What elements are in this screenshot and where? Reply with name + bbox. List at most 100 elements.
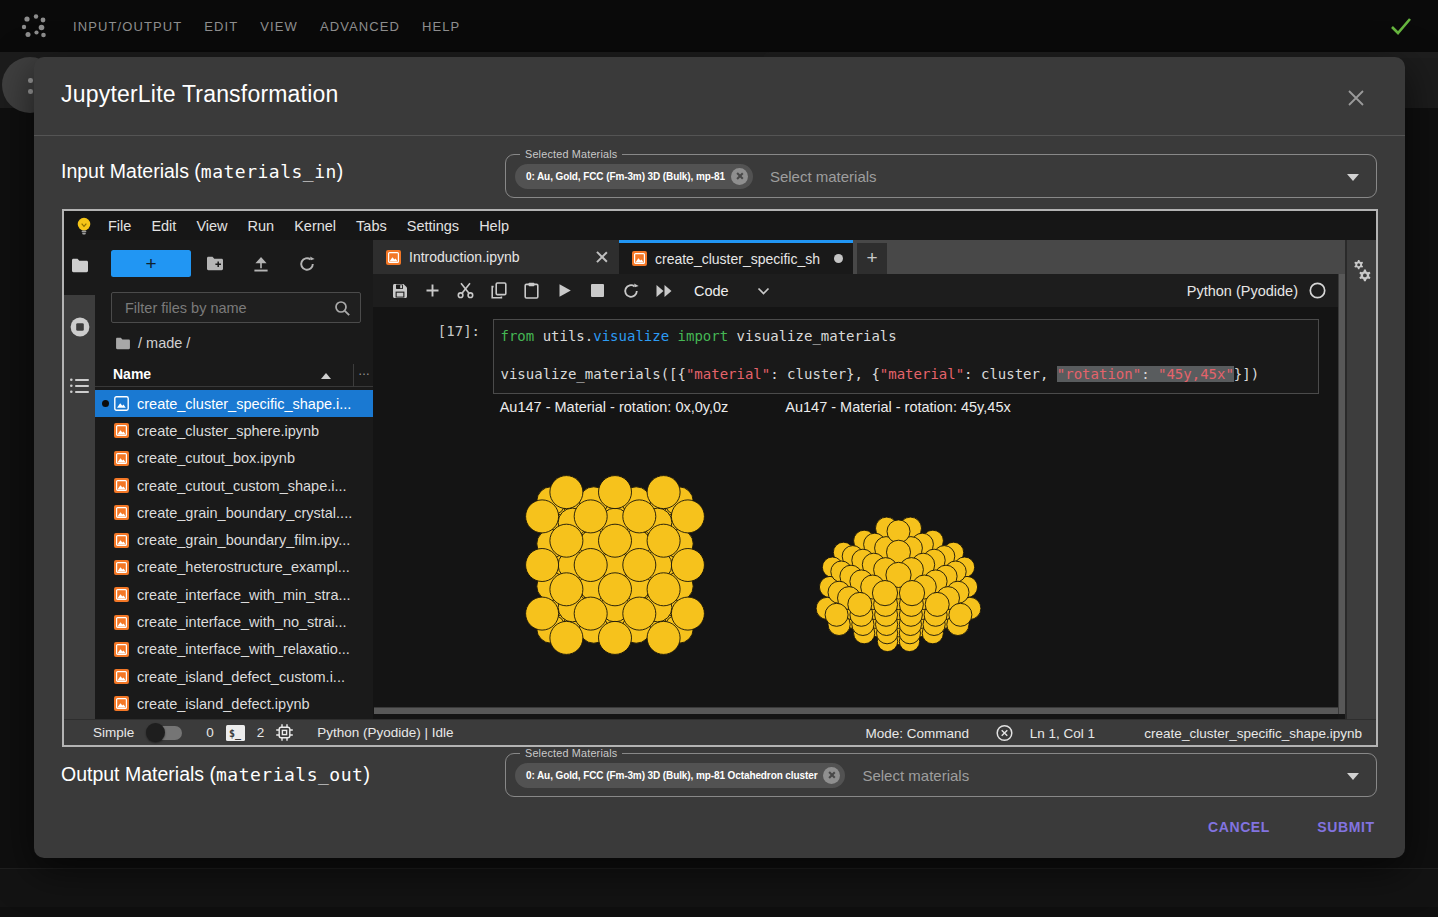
file-row[interactable]: create_interface_with_relaxatio... — [95, 636, 373, 663]
new-folder-icon[interactable] — [204, 256, 226, 274]
file-row[interactable]: create_grain_boundary_crystal.... — [95, 499, 373, 526]
property-inspector-gears-icon[interactable] — [1352, 260, 1372, 282]
jupyterlab-widget: File Edit View Run Kernel Tabs Settings … — [62, 209, 1378, 747]
breadcrumb[interactable]: / made / — [115, 333, 190, 353]
submit-button[interactable]: SUBMIT — [1298, 809, 1394, 845]
kernel-status-text[interactable]: Python (Pyodide) | Idle — [317, 725, 453, 740]
chip-remove-icon[interactable] — [823, 767, 840, 784]
add-tab-button[interactable]: + — [857, 243, 887, 274]
stop-kernel-icon[interactable] — [581, 274, 614, 307]
jl-menu-settings[interactable]: Settings — [397, 218, 469, 234]
cursor-position[interactable]: Ln 1, Col 1 — [1030, 725, 1095, 740]
modified-column-header[interactable]: … — [358, 364, 371, 378]
notebook-area[interactable]: [17]: from utils.visualize import visual… — [373, 307, 1338, 719]
paste-cells-icon[interactable] — [515, 274, 548, 307]
file-row[interactable]: create_cluster_specific_shape.i... — [95, 390, 373, 417]
new-launcher-button[interactable]: + — [111, 250, 191, 277]
dropdown-caret-icon[interactable] — [1347, 773, 1359, 780]
material-chip[interactable]: 0: Au, Gold, FCC (Fm-3m) 3D (Bulk), mp-8… — [515, 763, 845, 788]
input-materials-field[interactable]: Selected Materials 0: Au, Gold, FCC (Fm-… — [505, 154, 1377, 198]
terminals-count[interactable]: 0 — [206, 725, 214, 740]
jl-menu-edit[interactable]: Edit — [141, 218, 186, 234]
upload-icon[interactable] — [250, 256, 272, 274]
file-list-header[interactable]: Name … — [95, 364, 373, 387]
file-browser-panel: + Filter files by name — [95, 240, 373, 719]
run-cell-icon[interactable] — [548, 274, 581, 307]
jl-menu-kernel[interactable]: Kernel — [284, 218, 346, 234]
menu-view[interactable]: VIEW — [260, 19, 298, 34]
file-name: create_interface_with_relaxatio... — [137, 641, 350, 657]
name-column-header[interactable]: Name — [113, 366, 151, 382]
copy-cells-icon[interactable] — [482, 274, 515, 307]
vertical-scrollbar[interactable] — [1338, 274, 1345, 714]
code-line: from utils.visualize import visualize_ma… — [501, 327, 1318, 346]
trust-shield-icon[interactable] — [996, 724, 1013, 741]
file-row[interactable]: create_island_defect_custom.i... — [95, 663, 373, 690]
file-row[interactable]: create_cluster_sphere.ipynb — [95, 417, 373, 444]
file-name: create_cutout_custom_shape.i... — [137, 478, 347, 494]
file-row[interactable]: create_cutout_box.ipynb — [95, 445, 373, 472]
insert-cell-icon[interactable] — [416, 274, 449, 307]
running-sessions-icon[interactable] — [64, 316, 95, 338]
cluster-figure-rotation-0 — [519, 469, 711, 661]
menu-help[interactable]: HELP — [422, 19, 460, 34]
refresh-icon[interactable] — [296, 256, 318, 274]
tab-introduction[interactable]: Introduction.ipynb — [373, 240, 619, 274]
kernel-name[interactable]: Python (Pyodide) — [1187, 283, 1298, 299]
dropdown-caret-icon[interactable] — [1347, 174, 1359, 181]
select-materials-placeholder: Select materials — [770, 168, 877, 185]
filter-files-input[interactable]: Filter files by name — [111, 292, 361, 323]
file-row[interactable]: create_grain_boundary_film.ipy... — [95, 526, 373, 553]
output-materials-field[interactable]: Selected Materials 0: Au, Gold, FCC (Fm-… — [505, 753, 1377, 797]
simple-mode-toggle[interactable] — [148, 726, 182, 740]
save-icon[interactable] — [383, 274, 416, 307]
app-top-bar: INPUT/OUTPUT EDIT VIEW ADVANCED HELP — [0, 0, 1438, 52]
jl-menu-tabs[interactable]: Tabs — [346, 218, 397, 234]
unsaved-dot-icon[interactable] — [834, 254, 843, 263]
menu-advanced[interactable]: ADVANCED — [320, 19, 400, 34]
notebook-file-icon — [114, 696, 129, 711]
tab-create-cluster-specific-shape[interactable]: create_cluster_specific_sh — [619, 240, 853, 274]
folder-icon[interactable] — [64, 258, 95, 273]
file-name: create_island_defect.ipynb — [137, 696, 310, 712]
kernel-indicator[interactable]: Python (Pyodide) — [1187, 282, 1326, 299]
close-icon[interactable] — [1347, 89, 1365, 107]
kernels-count[interactable]: 2 — [257, 725, 265, 740]
checkmark-icon[interactable] — [1390, 16, 1412, 36]
jl-menu-help[interactable]: Help — [469, 218, 519, 234]
jl-menu-view[interactable]: View — [186, 218, 237, 234]
file-name: create_interface_with_no_strai... — [137, 614, 347, 630]
horizontal-scrollbar[interactable] — [374, 707, 1345, 714]
app-menu: INPUT/OUTPUT EDIT VIEW ADVANCED HELP — [73, 0, 460, 52]
cancel-button[interactable]: CANCEL — [1189, 809, 1289, 845]
mode-indicator[interactable]: Mode: Command — [865, 725, 969, 740]
material-chip[interactable]: 0: Au, Gold, FCC (Fm-3m) 3D (Bulk), mp-8… — [515, 164, 753, 189]
menu-edit[interactable]: EDIT — [204, 19, 238, 34]
menu-input-output[interactable]: INPUT/OUTPUT — [73, 19, 182, 34]
active-filename[interactable]: create_cluster_specific_shape.ipynb — [1144, 725, 1362, 740]
cell-type-caret-icon[interactable] — [757, 287, 770, 295]
app-logo-cluster-icon[interactable] — [19, 12, 49, 42]
cell-type-dropdown[interactable]: Code — [694, 283, 729, 299]
run-all-icon[interactable] — [647, 274, 680, 307]
file-row[interactable]: create_heterostructure_exampl... — [95, 554, 373, 581]
right-activity-bar — [1347, 240, 1376, 719]
chip-remove-icon[interactable] — [731, 168, 748, 185]
kernel-chip-icon — [276, 724, 293, 741]
restart-kernel-icon[interactable] — [614, 274, 647, 307]
cell-editor[interactable]: from utils.visualize import visualize_ma… — [493, 319, 1319, 394]
file-row[interactable]: create_cutout_custom_shape.i... — [95, 472, 373, 499]
cut-cells-icon[interactable] — [449, 274, 482, 307]
tab-close-icon[interactable] — [595, 250, 609, 264]
home-folder-icon[interactable] — [115, 337, 131, 350]
jl-menu-run[interactable]: Run — [238, 218, 285, 234]
kernel-status-icon — [1309, 282, 1326, 299]
table-of-contents-icon[interactable] — [64, 378, 95, 394]
file-row[interactable]: create_island_defect.ipynb — [95, 690, 373, 717]
file-row[interactable]: create_interface_with_min_stra... — [95, 581, 373, 608]
column-divider — [353, 364, 354, 387]
notebook-file-icon — [114, 505, 129, 520]
file-row[interactable]: create_interface_with_no_strai... — [95, 608, 373, 635]
jl-menu-file[interactable]: File — [98, 218, 141, 234]
input-materials-label: Input Materials (materials_in) — [61, 160, 343, 183]
